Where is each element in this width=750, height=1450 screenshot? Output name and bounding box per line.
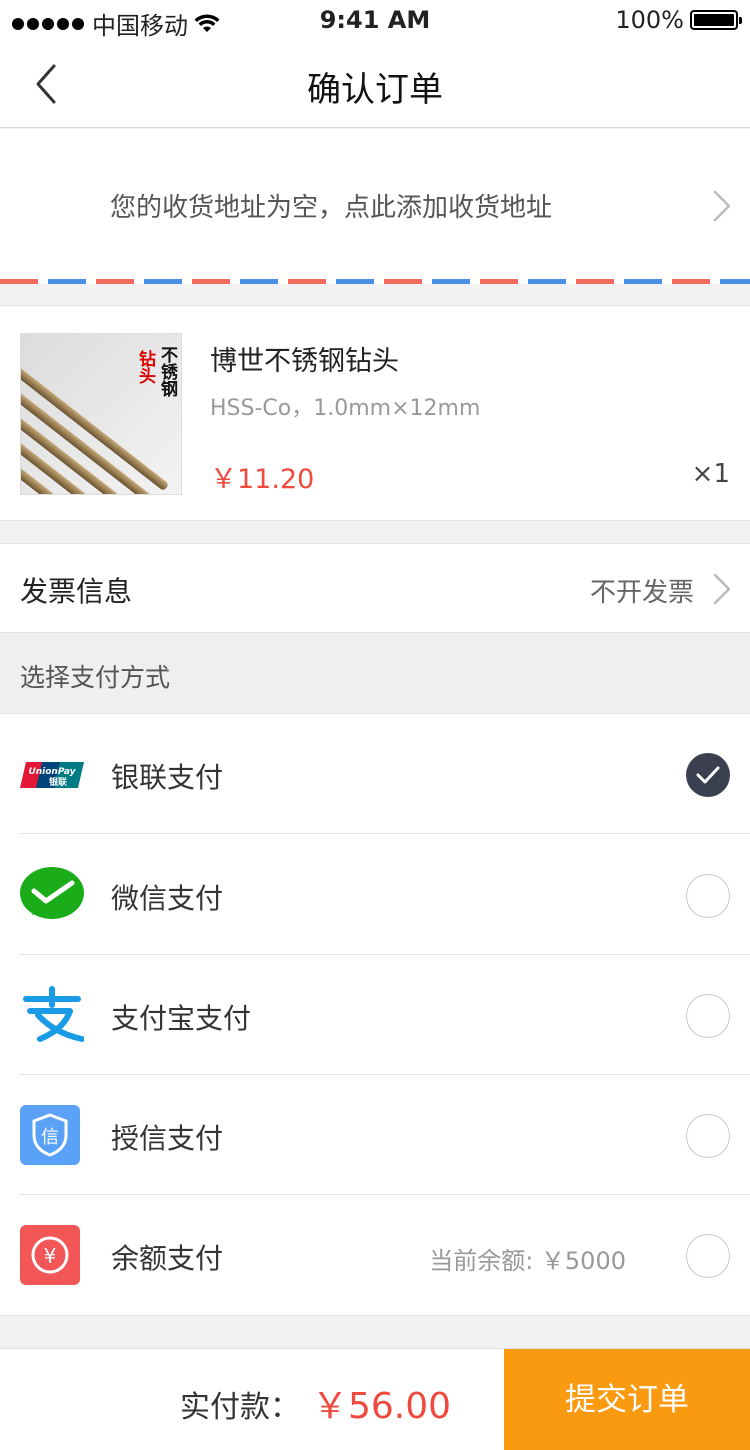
credit-shield-icon: 信 (20, 1105, 80, 1165)
payment-label: 微信支付 (111, 882, 224, 915)
status-bar: 中国移动 9:41 AM 100% (0, 0, 750, 40)
product-name: 博世不锈钢钻头 (210, 346, 399, 377)
wechat-pay-icon (20, 867, 84, 919)
unionpay-logo-cn: 银联 (49, 776, 68, 788)
checkmark-icon (696, 766, 720, 784)
alipay-icon (23, 986, 84, 1042)
airmail-border (0, 279, 750, 284)
payment-method-list: UnionPay 银联 银联支付 微信支付 支付宝支付 信 授信支付 ¥ 余额支… (0, 713, 750, 1316)
payment-section-header: 选择支付方式 (0, 633, 750, 713)
radio-unchecked[interactable] (686, 1234, 730, 1278)
add-address-row[interactable]: 您的收货地址为空，点此添加收货地址 (0, 129, 750, 284)
credit-icon-text: 信 (41, 1127, 59, 1148)
payment-option-credit[interactable]: 信 授信支付 (0, 1075, 750, 1195)
product-spec: HSS-Co，1.0mm×12mm (210, 396, 481, 421)
balance-yen-icon: ¥ (20, 1225, 80, 1285)
chevron-right-icon (713, 190, 731, 222)
radio-unchecked[interactable] (686, 874, 730, 918)
total-label: 实付款： (180, 1390, 300, 1425)
payment-option-wechat[interactable]: 微信支付 (0, 835, 750, 955)
invoice-row[interactable]: 发票信息 不开发票 (0, 543, 750, 633)
submit-order-button[interactable]: 提交订单 (504, 1349, 750, 1450)
product-image-label-red: 钻头 (135, 350, 155, 384)
unionpay-icon: UnionPay 银联 (20, 762, 84, 788)
invoice-label: 发票信息 (20, 575, 133, 608)
payment-option-unionpay[interactable]: UnionPay 银联 银联支付 (0, 714, 750, 834)
status-right: 100% (615, 6, 742, 34)
battery-percent: 100% (615, 6, 684, 34)
nav-bar: 确认订单 (0, 40, 750, 128)
battery-icon (690, 10, 742, 30)
product-quantity: ×1 (691, 459, 730, 489)
radio-unchecked[interactable] (686, 1114, 730, 1158)
radio-checked[interactable] (686, 753, 730, 797)
address-placeholder: 您的收货地址为空，点此添加收货地址 (110, 193, 553, 223)
payment-label: 银联支付 (111, 761, 224, 794)
chevron-right-icon (713, 573, 731, 605)
payment-label: 授信支付 (111, 1122, 224, 1155)
balance-icon-text: ¥ (44, 1244, 57, 1268)
checkout-footer: 实付款： ￥56.00 提交订单 (0, 1348, 750, 1450)
total-amount: ￥56.00 (312, 1386, 452, 1427)
current-balance: 当前余额: ￥5000 (429, 1247, 626, 1275)
payment-header-label: 选择支付方式 (20, 663, 171, 692)
radio-unchecked[interactable] (686, 994, 730, 1038)
invoice-value: 不开发票 (589, 578, 694, 608)
product-image-label: 不锈钢 (157, 346, 177, 397)
unionpay-logo-text: UnionPay (28, 767, 76, 777)
product-price: ￥11.20 (210, 464, 315, 495)
payment-label: 余额支付 (111, 1242, 224, 1275)
payment-option-balance[interactable]: ¥ 余额支付 当前余额: ￥5000 (0, 1195, 750, 1315)
page-title: 确认订单 (307, 70, 443, 110)
product-item: 不锈钢 钻头 博世不锈钢钻头 HSS-Co，1.0mm×12mm ￥11.20 … (0, 305, 750, 521)
payment-option-alipay[interactable]: 支付宝支付 (0, 955, 750, 1075)
payment-label: 支付宝支付 (111, 1002, 252, 1035)
product-image: 不锈钢 钻头 (20, 333, 182, 495)
